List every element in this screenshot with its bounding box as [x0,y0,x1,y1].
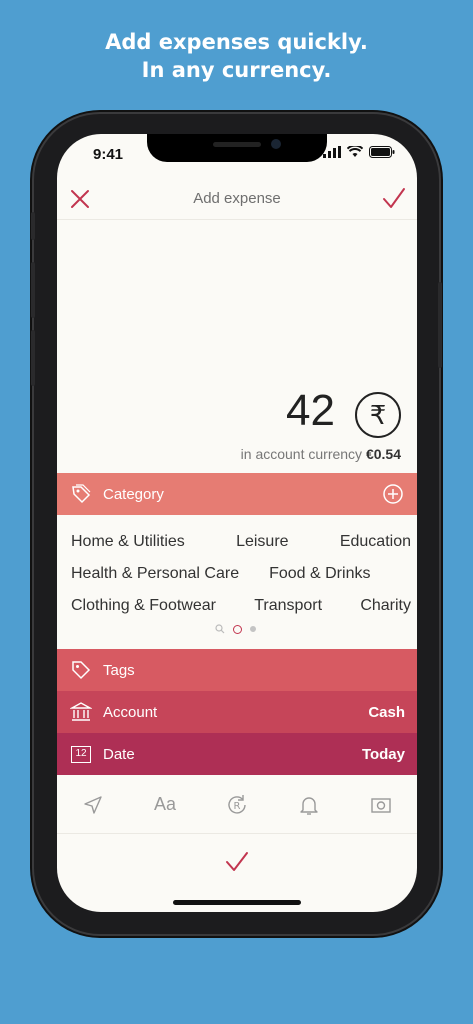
page-indicator [215,624,256,634]
note-button[interactable]: Aa [150,790,180,820]
promo-line-1: Add expenses quickly. [105,30,368,54]
promo-headline: Add expenses quickly. In any currency. [0,28,473,84]
calendar-icon: 12 [67,745,95,763]
account-currency-value: €0.54 [365,446,401,462]
page-title: Add expense [193,190,281,207]
add-circle-icon [383,484,403,504]
location-button[interactable] [78,790,108,820]
check-icon [226,852,248,871]
save-button[interactable] [381,186,407,212]
category-leisure[interactable]: Leisure [236,533,288,551]
date-label: Date [103,745,135,763]
search-icon[interactable] [215,624,225,634]
category-home-utilities[interactable]: Home & Utilities [71,533,185,551]
account-value: Cash [368,703,405,721]
category-header: Category [57,473,417,515]
volume-down-button [31,330,35,386]
currency-selector-button[interactable]: ₹ [355,392,401,438]
power-button [438,282,442,368]
category-list: Home & Utilities Leisure Education Healt… [71,526,411,622]
date-value: Today [361,745,405,763]
date-row[interactable]: 12 Date Today [57,733,417,775]
battery-icon [369,146,395,158]
volume-up-button [31,262,35,318]
tag-icon [67,483,95,505]
app-screen: 9:41 Add expense 42 ₹ in account currenc… [57,134,417,912]
text-icon: Aa [153,794,177,814]
page-dot[interactable] [250,626,256,632]
category-food-drinks[interactable]: Food & Drinks [269,565,370,583]
account-row[interactable]: Account Cash [57,691,417,733]
account-label: Account [103,703,158,721]
bell-icon [300,796,318,815]
category-health-personal-care[interactable]: Health & Personal Care [71,565,239,583]
reminder-button[interactable] [294,790,324,820]
camera-icon [371,797,391,813]
page-dot-active[interactable] [233,624,242,634]
add-category-button[interactable] [379,483,407,505]
wifi-icon [347,146,363,157]
home-indicator[interactable] [173,900,301,905]
category-row: Health & Personal Care Food & Drinks [71,558,411,590]
recurring-button[interactable]: R [222,790,252,820]
tags-row[interactable]: Tags [57,649,417,691]
mute-switch [31,212,35,240]
category-transport[interactable]: Transport [254,597,322,615]
svg-text:R: R [234,801,241,812]
calendar-icon-text: 12 [71,745,91,763]
confirm-button[interactable] [223,848,251,876]
attachment-toolbar: Aa R [57,776,417,834]
speaker-grille [213,142,261,147]
bank-icon [67,701,95,723]
notch [147,134,327,162]
account-currency-info: in account currency €0.54 [241,446,401,462]
category-charity[interactable]: Charity [360,597,411,615]
category-label: Category [103,485,164,503]
status-time: 9:41 [93,146,124,163]
category-row: Home & Utilities Leisure Education [71,526,411,558]
tags-label: Tags [103,661,135,679]
account-currency-label: in account currency [240,446,363,462]
location-icon [84,795,102,814]
rupee-icon: ₹ [369,399,387,430]
category-row: Clothing & Footwear Transport Charity [71,590,411,622]
category-education[interactable]: Education [340,533,411,551]
status-icons [323,146,395,158]
signal-icon [323,146,341,158]
amount-value[interactable]: 42 [286,386,335,436]
check-icon [383,188,405,208]
recurring-icon: R [228,794,246,814]
front-camera [271,139,281,149]
photo-button[interactable] [366,790,396,820]
app-header: Add expense [57,182,417,220]
promo-line-2: In any currency. [141,58,332,82]
tag-icon [67,659,95,681]
category-clothing-footwear[interactable]: Clothing & Footwear [71,597,216,615]
